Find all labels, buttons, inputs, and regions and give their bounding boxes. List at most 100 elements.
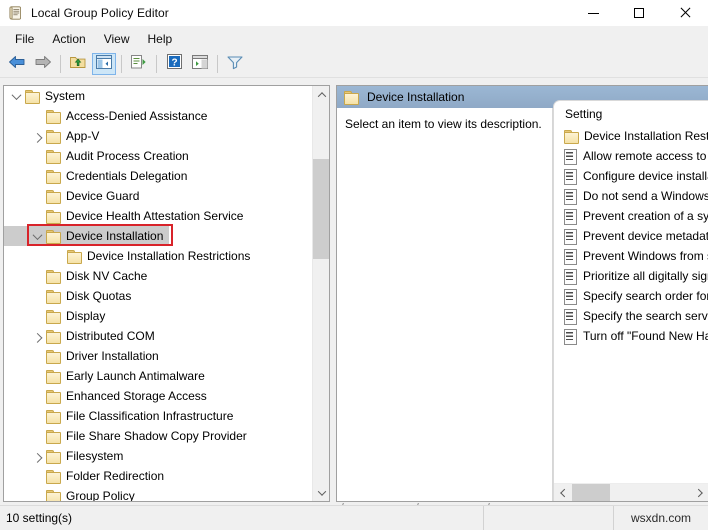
tree-item[interactable]: File Classification Infrastructure [4, 406, 312, 426]
chevron-right-icon [694, 488, 702, 496]
tree-item[interactable]: Early Launch Antimalware [4, 366, 312, 386]
tree-item-label: Device Health Attestation Service [66, 209, 243, 223]
settings-scrollbar-track[interactable] [572, 484, 691, 502]
settings-scrollbar-thumb[interactable] [572, 484, 610, 502]
tree-vertical-scrollbar[interactable] [312, 86, 329, 501]
toolbar-separator-1 [60, 55, 61, 73]
folder-icon [45, 309, 61, 323]
description-text: Select an item to view its description. [337, 108, 552, 131]
back-icon [8, 54, 26, 75]
show-hide-action-pane-button[interactable] [188, 53, 212, 75]
settings-list-row[interactable]: Prevent device metadata retrieval from t… [554, 226, 708, 246]
menu-help[interactable]: Help [139, 29, 182, 49]
close-button[interactable] [662, 0, 708, 26]
up-one-level-button[interactable] [66, 53, 90, 75]
tree-item[interactable]: Group Policy [4, 486, 312, 501]
folder-icon [45, 189, 61, 203]
settings-scroll-left-button[interactable] [554, 484, 572, 502]
tree-item[interactable]: Audit Process Creation [4, 146, 312, 166]
export-list-icon [130, 54, 148, 75]
folder-icon [45, 409, 61, 423]
main-content: SystemAccess-Denied AssistanceApp-VAudit… [0, 78, 708, 505]
settings-list-row-label: Configure device installation time-out [583, 169, 708, 183]
settings-list-row[interactable]: Specify the search server for device dri… [554, 306, 708, 326]
tree-item[interactable]: Device Health Attestation Service [4, 206, 312, 226]
expand-collapse-toggle-expanded[interactable] [8, 88, 24, 104]
chevron-right-icon [32, 132, 42, 142]
filter-button[interactable] [223, 53, 247, 75]
settings-list[interactable]: Device Installation RestrictionsAllow re… [554, 126, 708, 483]
menu-action[interactable]: Action [43, 29, 94, 49]
tree-item[interactable]: Folder Redirection [4, 466, 312, 486]
tree-item-label: File Share Shadow Copy Provider [66, 429, 247, 443]
tree-item[interactable]: System [4, 86, 312, 106]
chevron-left-icon [560, 488, 568, 496]
policy-setting-icon [563, 229, 577, 243]
settings-list-row[interactable]: Configure device installation time-out [554, 166, 708, 186]
forward-button[interactable] [31, 53, 55, 75]
settings-horizontal-scrollbar[interactable] [554, 483, 708, 501]
chevron-up-icon [317, 92, 325, 100]
help-button[interactable]: ? [162, 53, 186, 75]
settings-list-row[interactable]: Prevent creation of a system restore poi… [554, 206, 708, 226]
policy-setting-icon [563, 149, 577, 163]
tree-item[interactable]: Filesystem [4, 446, 312, 466]
show-hide-console-tree-icon [96, 55, 112, 74]
console-tree[interactable]: SystemAccess-Denied AssistanceApp-VAudit… [4, 86, 312, 501]
tree-item[interactable]: Device Installation [4, 226, 169, 246]
menu-bar: File Action View Help [0, 26, 708, 51]
expand-collapse-toggle-collapsed[interactable] [29, 328, 45, 344]
tree-item[interactable]: Credentials Delegation [4, 166, 312, 186]
tree-item[interactable]: App-V [4, 126, 312, 146]
tree-item-label: Driver Installation [66, 349, 159, 363]
back-button[interactable] [5, 53, 29, 75]
settings-list-row-label: Prevent device metadata retrieval from t… [583, 229, 708, 243]
tree-item[interactable]: File Share Shadow Copy Provider [4, 426, 312, 446]
tree-item[interactable]: Disk Quotas [4, 286, 312, 306]
settings-list-row[interactable]: Prioritize all digitally signed drivers … [554, 266, 708, 286]
maximize-button[interactable] [616, 0, 662, 26]
settings-list-row[interactable]: Prevent Windows from sending an error re… [554, 246, 708, 266]
tree-indent-spacer [29, 108, 45, 124]
settings-scroll-right-button[interactable] [691, 484, 708, 502]
details-pane: Device Installation Select an item to vi… [336, 85, 708, 502]
settings-column-header[interactable]: Setting [554, 101, 708, 126]
tree-item[interactable]: Disk NV Cache [4, 266, 312, 286]
svg-text:?: ? [171, 57, 177, 68]
menu-file[interactable]: File [6, 29, 43, 49]
minimize-button[interactable] [570, 0, 616, 26]
menu-view[interactable]: View [95, 29, 139, 49]
show-hide-console-tree-button[interactable] [92, 53, 116, 75]
settings-list-row[interactable]: Do not send a Windows error report when … [554, 186, 708, 206]
tree-scrollbar-thumb[interactable] [313, 159, 330, 259]
tree-scroll-down-button[interactable] [313, 484, 330, 501]
tree-item[interactable]: Driver Installation [4, 346, 312, 366]
expand-collapse-toggle-collapsed[interactable] [29, 128, 45, 144]
expand-collapse-toggle-expanded[interactable] [29, 228, 45, 244]
tree-indent-spacer [29, 188, 45, 204]
tree-item[interactable]: Display [4, 306, 312, 326]
export-list-button[interactable] [127, 53, 151, 75]
tree-item-label: Disk Quotas [66, 289, 131, 303]
tree-item[interactable]: Distributed COM [4, 326, 312, 346]
settings-list-row[interactable]: Allow remote access to the Plug and Play… [554, 146, 708, 166]
settings-list-row-label: Prevent Windows from sending an error re… [583, 249, 708, 263]
tree-item[interactable]: Device Guard [4, 186, 312, 206]
tree-item-label: Display [66, 309, 105, 323]
settings-list-row[interactable]: Turn off "Found New Hardware" balloons d… [554, 326, 708, 346]
tree-item[interactable]: Access-Denied Assistance [4, 106, 312, 126]
policy-setting-icon [563, 289, 577, 303]
status-bar: 10 setting(s) wsxdn.com [0, 505, 708, 530]
tree-indent-spacer [29, 148, 45, 164]
tree-item-label: Folder Redirection [66, 469, 164, 483]
settings-list-row[interactable]: Device Installation Restrictions [554, 126, 708, 146]
folder-icon [563, 129, 579, 143]
tree-scroll-up-button[interactable] [313, 86, 330, 103]
folder-icon [45, 449, 61, 463]
tree-indent-spacer [29, 268, 45, 284]
tree-item[interactable]: Enhanced Storage Access [4, 386, 312, 406]
settings-list-row[interactable]: Specify search order for device driver s… [554, 286, 708, 306]
status-bar-watermark: wsxdn.com [614, 506, 708, 530]
expand-collapse-toggle-collapsed[interactable] [29, 448, 45, 464]
tree-item[interactable]: Device Installation Restrictions [4, 246, 312, 266]
